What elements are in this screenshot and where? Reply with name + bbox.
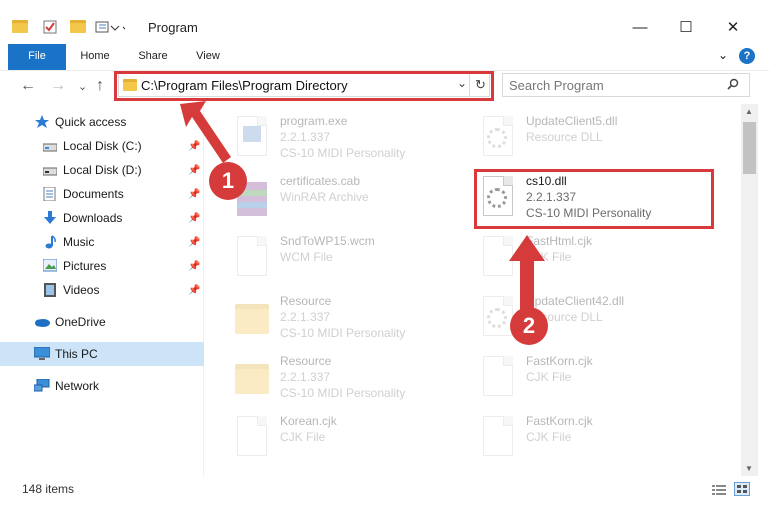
step-2-badge: 2 — [510, 307, 548, 345]
arrow-2 — [509, 235, 545, 313]
step-1-badge: 1 — [209, 162, 247, 200]
arrow-1 — [180, 101, 231, 163]
annotation-arrows — [180, 101, 545, 313]
